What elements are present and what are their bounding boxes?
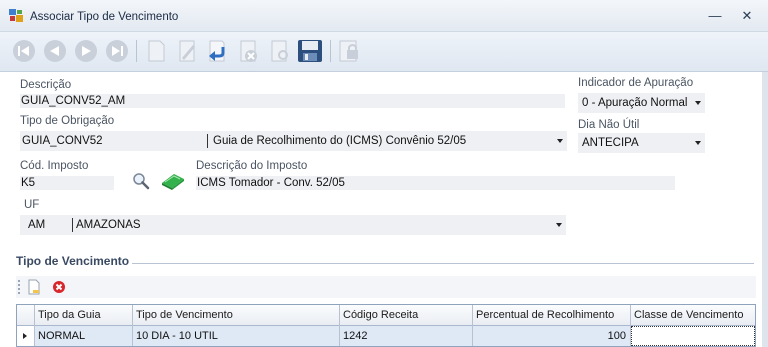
window-border bbox=[762, 72, 768, 347]
column-header[interactable]: Classe de Vencimento bbox=[631, 305, 755, 326]
descricao-label: Descrição bbox=[20, 79, 72, 91]
toolbar-separator bbox=[136, 40, 137, 62]
dia-nao-util-combo[interactable]: ANTECIPA bbox=[578, 133, 705, 153]
close-button[interactable]: ✕ bbox=[740, 9, 754, 23]
tipo-obrigacao-combo[interactable]: GUIA_CONV52 Guia de Recolhimento do (ICM… bbox=[20, 131, 567, 151]
column-header[interactable]: Percentual de Recolhimento bbox=[473, 305, 631, 326]
tipo-obrigacao-description: Guia de Recolhimento do (ICMS) Convênio … bbox=[213, 135, 467, 147]
main-toolbar bbox=[0, 32, 768, 72]
indicador-apuracao-value: 0 - Apuração Normal bbox=[582, 97, 688, 109]
search-icon[interactable] bbox=[132, 172, 150, 190]
eraser-icon[interactable] bbox=[160, 171, 186, 191]
new-document-icon[interactable] bbox=[143, 38, 169, 64]
toolbar-separator bbox=[330, 40, 331, 62]
form-panel: Descrição GUIA_CONV52_AM Tipo de Obrigaç… bbox=[0, 72, 768, 347]
current-row-icon bbox=[23, 333, 27, 339]
tipo-obrigacao-code: GUIA_CONV52 bbox=[22, 135, 103, 147]
table-row[interactable]: NORMAL 10 DIA - 10 UTIL 1242 100 bbox=[17, 326, 755, 346]
grid-toolbar bbox=[16, 276, 756, 298]
cod-imposto-field[interactable]: K5 bbox=[20, 176, 114, 190]
toolbar-grip bbox=[18, 280, 20, 294]
delete-row-icon[interactable] bbox=[52, 280, 66, 294]
uf-combo[interactable]: AM AMAZONAS bbox=[20, 215, 566, 235]
indicador-apuracao-combo[interactable]: 0 - Apuração Normal bbox=[578, 93, 705, 113]
cell-tipo-guia[interactable]: NORMAL bbox=[35, 326, 133, 346]
minimize-button[interactable]: ― bbox=[708, 9, 722, 23]
descricao-field[interactable]: GUIA_CONV52_AM bbox=[20, 94, 565, 108]
cell-percentual[interactable]: 100 bbox=[473, 326, 631, 346]
dropdown-arrow-icon[interactable] bbox=[695, 141, 701, 145]
dropdown-arrow-icon[interactable] bbox=[557, 139, 563, 143]
cell-codigo-receita[interactable]: 1242 bbox=[340, 326, 473, 346]
indicador-apuracao-label: Indicador de Apuração bbox=[578, 77, 694, 89]
search-document-icon[interactable] bbox=[266, 38, 292, 64]
dia-nao-util-label: Dia Não Útil bbox=[578, 119, 640, 131]
column-header[interactable]: Código Receita bbox=[340, 305, 473, 326]
column-header[interactable]: Tipo de Vencimento bbox=[133, 305, 340, 326]
combo-divider bbox=[207, 134, 208, 148]
section-title: Tipo de Vencimento bbox=[16, 254, 130, 268]
cod-imposto-label: Cód. Imposto bbox=[20, 160, 89, 172]
dropdown-arrow-icon[interactable] bbox=[556, 223, 562, 227]
lock-icon[interactable] bbox=[336, 38, 362, 64]
tipo-obrigacao-label: Tipo de Obrigação bbox=[20, 115, 115, 127]
uf-label: UF bbox=[24, 199, 40, 211]
vencimento-grid: Tipo da Guia Tipo de Vencimento Código R… bbox=[16, 304, 756, 347]
cell-tipo-vencimento[interactable]: 10 DIA - 10 UTIL bbox=[133, 326, 340, 346]
dia-nao-util-value: ANTECIPA bbox=[582, 137, 639, 149]
grid-header: Tipo da Guia Tipo de Vencimento Código R… bbox=[17, 305, 755, 326]
next-record-icon[interactable] bbox=[73, 38, 99, 64]
last-record-icon[interactable] bbox=[104, 38, 130, 64]
undo-arrow-icon[interactable] bbox=[204, 38, 230, 64]
column-header[interactable]: Tipo da Guia bbox=[35, 305, 133, 326]
descricao-imposto-label: Descrição do Imposto bbox=[196, 160, 308, 172]
uf-name: AMAZONAS bbox=[76, 219, 141, 231]
row-selector-header bbox=[17, 305, 35, 326]
dropdown-arrow-icon[interactable] bbox=[695, 101, 701, 105]
section-divider bbox=[132, 263, 754, 264]
first-record-icon[interactable] bbox=[11, 38, 37, 64]
uf-code: AM bbox=[28, 219, 46, 231]
app-icon bbox=[9, 9, 23, 22]
edit-pencil-icon[interactable] bbox=[174, 38, 200, 64]
combo-divider bbox=[72, 218, 73, 232]
previous-record-icon[interactable] bbox=[42, 38, 68, 64]
descricao-imposto-field: ICMS Tomador - Conv. 52/05 bbox=[196, 176, 675, 190]
row-selector[interactable] bbox=[17, 326, 35, 346]
title-bar: Associar Tipo de Vencimento ― ✕ bbox=[0, 0, 768, 32]
delete-icon[interactable] bbox=[235, 38, 261, 64]
save-floppy-icon[interactable] bbox=[297, 38, 323, 64]
add-row-icon[interactable] bbox=[26, 279, 42, 295]
cell-classe-vencimento[interactable] bbox=[631, 326, 755, 346]
window-title: Associar Tipo de Vencimento bbox=[30, 11, 179, 23]
